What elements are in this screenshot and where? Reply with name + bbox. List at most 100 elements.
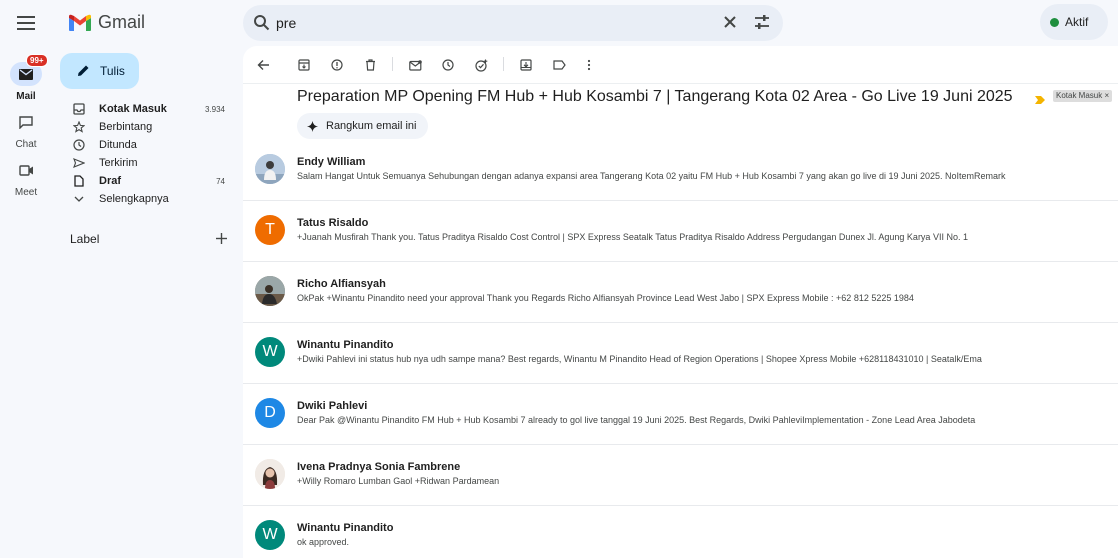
mail-icon <box>19 68 33 80</box>
top-bar: Gmail Aktif <box>0 0 1118 46</box>
avatar[interactable]: W <box>255 520 285 550</box>
avatar-initial: T <box>265 221 275 238</box>
rail-chat-icon-container <box>10 110 42 134</box>
avatar-initial: W <box>262 526 278 543</box>
avatar[interactable] <box>255 459 285 489</box>
message-row[interactable]: T Tatus Risaldo +Juanah Musfirah Thank y… <box>243 201 1118 262</box>
nav-label: Berbintang <box>99 121 153 133</box>
rail-item-chat[interactable]: Chat <box>0 110 52 150</box>
important-marker-icon[interactable] <box>1035 91 1045 109</box>
summarize-label: Rangkum email ini <box>326 120 417 132</box>
nav-label: Draf <box>99 175 122 187</box>
message-snippet: OkPak +Winantu Pinandito need your appro… <box>297 293 914 303</box>
avatar[interactable]: W <box>255 337 285 367</box>
message-snippet: ok approved. <box>297 537 350 547</box>
folder-nav: Kotak Masuk 3.934 Berbintang Ditunda Ter… <box>60 100 238 208</box>
move-to-icon[interactable] <box>517 56 535 74</box>
nav-count: 74 <box>216 176 225 186</box>
nav-item-drafts[interactable]: Draf 74 <box>60 172 238 190</box>
labels-title: Label <box>70 232 100 246</box>
pencil-icon <box>78 65 89 76</box>
message-row[interactable]: Richo Alfiansyah OkPak +Winantu Pinandit… <box>243 262 1118 323</box>
nav-item-inbox[interactable]: Kotak Masuk 3.934 <box>60 100 238 118</box>
search-options-icon[interactable] <box>753 13 771 36</box>
rail-mail-icon-container: 99+ <box>10 54 48 86</box>
rail-label-mail: Mail <box>16 91 36 102</box>
avatar[interactable]: D <box>255 398 285 428</box>
message-row[interactable]: Ivena Pradnya Sonia Fambrene +Willy Roma… <box>243 445 1118 506</box>
clear-search-icon[interactable] <box>721 13 739 36</box>
back-arrow-icon[interactable] <box>254 56 272 74</box>
avatar[interactable] <box>255 154 285 184</box>
mark-unread-icon[interactable] <box>406 56 424 74</box>
more-options-icon[interactable] <box>580 56 598 74</box>
nav-count: 3.934 <box>204 104 225 114</box>
archive-icon[interactable] <box>295 56 313 74</box>
sender-name: Dwiki Pahlevi <box>297 400 368 412</box>
nav-label: Ditunda <box>99 139 137 151</box>
summarize-email-button[interactable]: Rangkum email ini <box>297 113 429 139</box>
nav-item-snoozed[interactable]: Ditunda <box>60 136 238 154</box>
rail-item-mail[interactable]: 99+ Mail <box>0 54 52 102</box>
message-row[interactable]: Endy William Salam Hangat Untuk Semuanya… <box>243 140 1118 201</box>
report-spam-icon[interactable] <box>328 56 346 74</box>
send-icon <box>72 156 86 170</box>
nav-item-starred[interactable]: Berbintang <box>60 118 238 136</box>
thread-subject: Preparation MP Opening FM Hub + Hub Kosa… <box>297 88 1013 105</box>
sender-name: Endy William <box>297 156 366 168</box>
gmail-m-icon <box>69 14 91 31</box>
search-bar <box>243 5 783 41</box>
nav-item-more[interactable]: Selengkapnya <box>60 190 238 208</box>
sender-name: Richo Alfiansyah <box>297 278 386 290</box>
clock-icon <box>72 138 86 152</box>
avatar[interactable]: T <box>255 215 285 245</box>
toolbar-divider <box>503 57 504 71</box>
search-input[interactable] <box>276 14 696 32</box>
compose-label: Tulis <box>100 64 125 78</box>
avatar-initial: W <box>262 343 278 360</box>
app-rail: 99+ Mail Chat Meet <box>0 46 52 558</box>
unread-badge: 99+ <box>26 54 48 67</box>
message-snippet: Salam Hangat Untuk Semuanya Sehubungan d… <box>297 171 1006 181</box>
status-selector[interactable]: Aktif <box>1040 4 1108 40</box>
rail-label-meet: Meet <box>14 187 38 198</box>
chat-icon <box>19 115 33 129</box>
sender-name: Tatus Risaldo <box>297 217 369 229</box>
chevron-down-icon <box>72 192 86 206</box>
avatar-initial: D <box>264 404 276 421</box>
video-icon <box>18 164 33 176</box>
message-list: Endy William Salam Hangat Untuk Semuanya… <box>243 140 1118 558</box>
message-row[interactable]: W Winantu Pinandito ok approved. <box>243 506 1118 558</box>
main-menu-button[interactable] <box>12 9 40 37</box>
message-row[interactable]: W Winantu Pinandito +Dwiki Pahlevi ini s… <box>243 323 1118 384</box>
app-name: Gmail <box>98 12 146 32</box>
sparkle-icon <box>307 120 318 132</box>
message-snippet: +Juanah Musfirah Thank you. Tatus Pradit… <box>297 232 968 242</box>
avatar[interactable] <box>255 276 285 306</box>
add-label-icon[interactable] <box>212 229 230 247</box>
labels-section: Label <box>70 229 230 247</box>
snooze-icon[interactable] <box>439 56 457 74</box>
add-to-tasks-icon[interactable] <box>472 56 490 74</box>
star-icon <box>72 120 86 134</box>
status-label: Aktif <box>1065 15 1089 29</box>
message-row[interactable]: D Dwiki Pahlevi Dear Pak @Winantu Pinand… <box>243 384 1118 445</box>
message-snippet: Dear Pak @Winantu Pinandito FM Hub + Hub… <box>297 415 976 425</box>
draft-icon <box>72 174 86 188</box>
hamburger-menu-icon <box>17 16 35 30</box>
compose-button[interactable]: Tulis <box>60 53 139 89</box>
label-tag-icon[interactable] <box>550 56 568 74</box>
gmail-logo[interactable]: Gmail <box>68 12 145 33</box>
status-dot <box>1050 17 1059 27</box>
message-snippet: +Dwiki Pahlevi ini status hub nya udh sa… <box>297 354 982 364</box>
delete-icon[interactable] <box>361 56 379 74</box>
sender-name: Ivena Pradnya Sonia Fambrene <box>297 461 461 473</box>
nav-label: Selengkapnya <box>99 193 169 205</box>
inbox-label-chip[interactable]: Kotak Masuk × <box>1053 90 1113 102</box>
nav-label: Kotak Masuk <box>99 103 167 115</box>
rail-item-meet[interactable]: Meet <box>0 158 52 198</box>
message-snippet: +Willy Romaro Lumban Gaol +Ridwan Pardam… <box>297 476 500 486</box>
inbox-icon <box>72 102 86 116</box>
nav-item-sent[interactable]: Terkirim <box>60 154 238 172</box>
search-icon[interactable] <box>253 14 270 36</box>
